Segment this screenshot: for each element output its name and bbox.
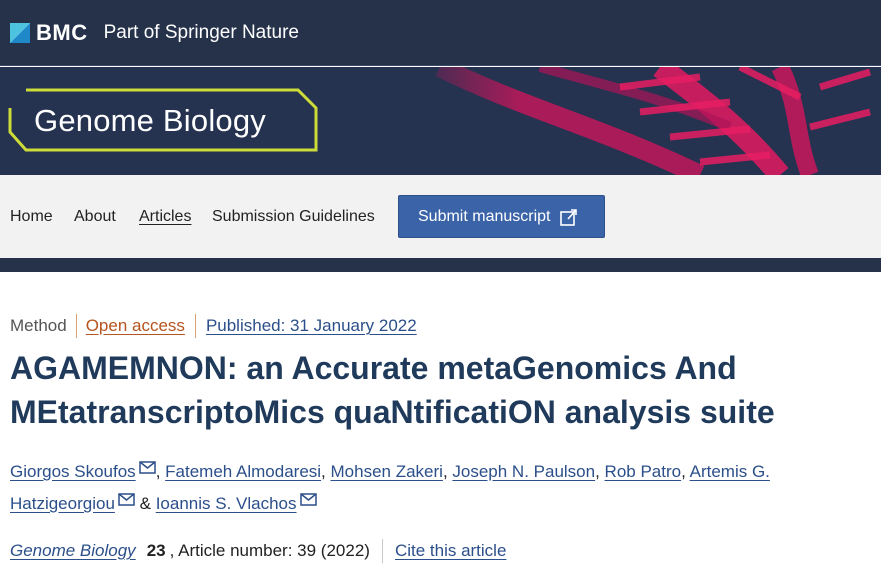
- email-icon[interactable]: [138, 461, 156, 474]
- article-meta: Method Open access Published: 31 January…: [10, 314, 417, 338]
- nav-submission-guidelines[interactable]: Submission Guidelines: [212, 208, 375, 226]
- author-separator: &: [134, 494, 156, 513]
- author-link[interactable]: Joseph N. Paulson: [452, 462, 595, 481]
- author-separator: ,: [681, 462, 690, 481]
- citation-divider: [381, 539, 383, 563]
- email-icon[interactable]: [118, 493, 135, 506]
- bmc-brand: BMC: [36, 19, 88, 45]
- bmc-logo-icon: [10, 22, 30, 43]
- nav-bottom-strip: [0, 258, 881, 272]
- article-title: AGAMEMNON: an Accurate metaGenomics And …: [10, 350, 775, 430]
- external-submit-icon: [559, 208, 577, 226]
- cite-this-article-link[interactable]: Cite this article: [395, 541, 506, 561]
- journal-title-link[interactable]: Genome Biology: [34, 103, 266, 139]
- author-link[interactable]: Giorgos Skoufos: [10, 462, 136, 481]
- nav-about[interactable]: About: [74, 208, 116, 226]
- citation-line: Genome Biology 23 , Article number: 39 (…: [10, 539, 506, 563]
- author-link[interactable]: Ioannis S. Vlachos: [156, 494, 297, 513]
- author-link[interactable]: Rob Patro: [605, 462, 682, 481]
- bmc-home-link[interactable]: BMC: [10, 20, 88, 46]
- author-separator: ,: [321, 462, 331, 481]
- author-link[interactable]: Fatemeh Almodaresi: [165, 462, 321, 481]
- citation-details: , Article number: 39 (2022): [169, 541, 370, 560]
- author-separator: ,: [155, 462, 166, 481]
- springer-nature-tagline: Part of Springer Nature: [103, 21, 299, 43]
- citation-volume: 23: [146, 541, 166, 560]
- author-separator: ,: [442, 462, 453, 481]
- published-date-link[interactable]: Published: 31 January 2022: [196, 316, 417, 336]
- open-access-link[interactable]: Open access: [77, 316, 195, 336]
- email-icon[interactable]: [299, 493, 317, 506]
- submit-manuscript-button[interactable]: Submit manuscript: [398, 195, 605, 238]
- citation-journal-link[interactable]: Genome Biology: [10, 541, 136, 561]
- submit-manuscript-label: Submit manuscript: [418, 207, 551, 225]
- author-list: Giorgos Skoufos, Fatemeh Almodaresi, Moh…: [10, 456, 870, 520]
- nav-articles[interactable]: Articles: [139, 208, 191, 226]
- author-separator: ,: [595, 462, 605, 481]
- dna-helix-illustration: [400, 67, 881, 175]
- article-type: Method: [10, 316, 67, 335]
- journal-nav: Home About Articles Submission Guideline…: [0, 175, 881, 258]
- bmc-header: BMC Part of Springer Nature: [0, 0, 881, 66]
- nav-home[interactable]: Home: [10, 208, 53, 226]
- author-link[interactable]: Mohsen Zakeri: [331, 462, 443, 481]
- journal-banner: Genome Biology: [0, 67, 881, 175]
